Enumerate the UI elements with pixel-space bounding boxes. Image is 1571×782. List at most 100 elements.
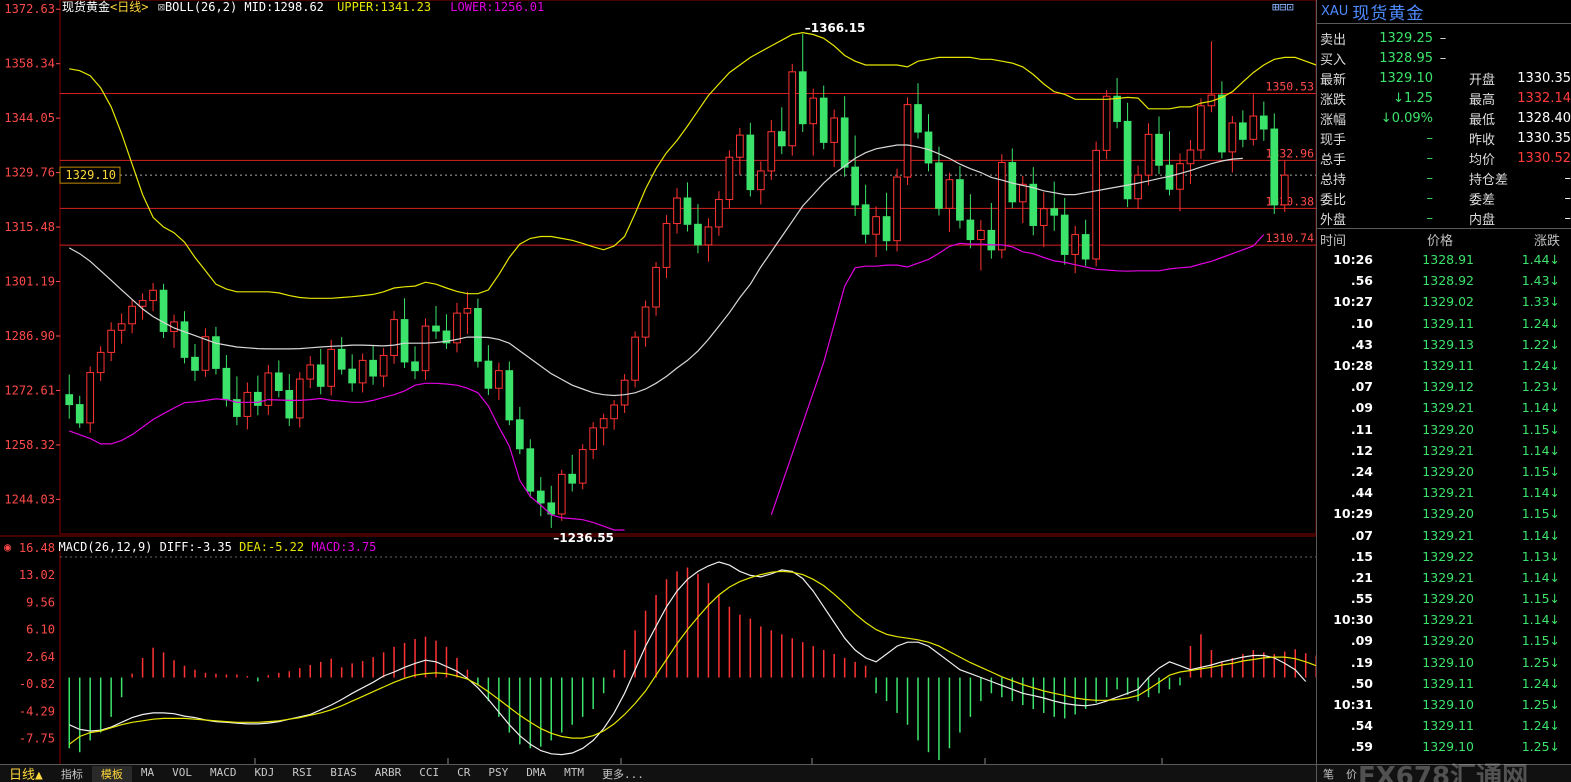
tick-time: .44 — [1350, 485, 1373, 501]
indicator-tab-6[interactable]: RSI — [283, 766, 321, 782]
tick-list[interactable]: 10:26 1328.91 1.44↓ .56 1328.92 1.43↓ 10:27 132… — [1317, 249, 1571, 758]
quote-label: 总持 — [1320, 172, 1347, 188]
period-toggle[interactable]: 日线▲ — [0, 764, 52, 782]
indicator-tab-1[interactable]: 模板 — [91, 765, 132, 782]
trading-terminal: 1372.63 1358.34 1344.05 1329.76 1315.48 1301.… — [0, 0, 1571, 782]
tick-change: 1.22↓ — [1521, 336, 1560, 352]
candle-up — [358, 359, 367, 384]
candle-down — [536, 490, 545, 504]
tick-change: 1.14↓ — [1521, 485, 1560, 501]
candle-down — [1081, 234, 1090, 260]
indicator-tab-5[interactable]: KDJ — [245, 766, 283, 782]
candle-down — [474, 308, 482, 362]
tick-price: 1329.21 — [1422, 442, 1474, 458]
candle-down — [180, 321, 189, 358]
quote-value: – — [1426, 150, 1434, 166]
quote-row: 卖出 1329.25– — [1317, 28, 1571, 48]
tick-price: 1329.21 — [1422, 400, 1474, 416]
fullscreen-icon[interactable]: ⊡ — [1286, 0, 1293, 14]
price-tick-label: 1344.05 — [4, 111, 55, 125]
tick-time: .54 — [1350, 718, 1373, 734]
tick-price: 1329.20 — [1422, 421, 1474, 437]
indicator-tab-13[interactable]: MTM — [555, 766, 593, 782]
tick-time: .59 — [1350, 739, 1373, 755]
candle-up — [977, 229, 985, 241]
price-tick-label: 1358.34 — [4, 57, 55, 71]
candle-down — [746, 134, 755, 191]
tick-change: 1.33↓ — [1521, 294, 1560, 310]
tick-row: .50 1329.11 1.24↓ — [1317, 673, 1571, 694]
candle-down — [432, 325, 440, 332]
price-chart[interactable]: 1372.63 1358.34 1344.05 1329.76 1315.48 1301.… — [0, 0, 1316, 764]
tick-time: .15 — [1350, 548, 1373, 564]
period-label: <日线> — [110, 0, 149, 14]
candle-down — [65, 394, 74, 406]
candle-down — [987, 229, 996, 251]
tick-row: .10 1329.11 1.24↓ — [1317, 313, 1571, 334]
quote-label-2: 委差 — [1469, 192, 1496, 208]
quote-value-2: – — [1564, 190, 1571, 206]
indicator-tab-10[interactable]: CR — [448, 766, 479, 782]
symbol-name: 现货黄金 — [1352, 4, 1425, 24]
tick-time: .07 — [1350, 379, 1373, 395]
tick-time: .07 — [1350, 527, 1373, 543]
high-annotation: –1366.15 — [805, 21, 866, 35]
indicator-tab-9[interactable]: CCI — [410, 766, 448, 782]
settings-dot-icon[interactable]: ◉ — [4, 540, 11, 554]
tick-time: .56 — [1350, 273, 1373, 289]
candle-down — [1270, 128, 1279, 206]
price-tick-label: 1372.63 — [4, 2, 55, 16]
candle-down — [861, 204, 870, 235]
candle-down — [316, 364, 325, 387]
quote-label: 最新 — [1320, 72, 1347, 88]
candle-down — [369, 359, 377, 377]
macd-dea-line — [68, 570, 1316, 745]
candle-down — [1218, 94, 1226, 153]
candle-up — [903, 104, 912, 178]
tick-row: .56 1328.92 1.43↓ — [1317, 270, 1571, 291]
tick-row: .44 1329.21 1.14↓ — [1317, 482, 1571, 503]
instrument-name: 现货黄金 — [62, 0, 111, 14]
quote-label: 外盘 — [1320, 212, 1347, 228]
candle-up — [736, 134, 744, 158]
tick-row: .55 1329.20 1.15↓ — [1317, 588, 1571, 609]
indicator-tab-2[interactable]: MA — [132, 766, 163, 782]
candle-down — [1060, 214, 1069, 255]
macd-header: ◉ MACD(26,12,9) DIFF:-3.35 DEA:-5.22 MAC… — [4, 540, 376, 554]
indicator-tab-8[interactable]: ARBR — [366, 766, 411, 782]
indicator-tab-4[interactable]: MACD — [201, 766, 246, 782]
indicator-tab-14[interactable]: 更多... — [593, 766, 653, 782]
quote-value-2: 1330.52 — [1517, 150, 1571, 166]
quote-value: 1329.10 — [1379, 70, 1433, 86]
tick-price: 1329.12 — [1422, 379, 1474, 395]
indicator-tab-3[interactable]: VOL — [163, 766, 201, 782]
side-tab-ticks[interactable]: 笔 — [1317, 766, 1340, 782]
price-tick-label: 1272.61 — [4, 383, 55, 397]
candle-up — [1039, 208, 1048, 226]
tick-header: 时间 价格 涨跌 — [1317, 229, 1571, 249]
quote-row: 买入 1328.95– — [1317, 48, 1571, 68]
tick-row: .19 1329.10 1.25↓ — [1317, 652, 1571, 673]
chart-header: 现货黄金<日线> ⊠BOLL(26,2) MID:1298.62 UPPER:1… — [62, 0, 544, 14]
indicator-tab-11[interactable]: PSY — [479, 766, 517, 782]
indicator-tab-0[interactable]: 指标 — [52, 766, 92, 782]
quote-value: – — [1426, 130, 1434, 146]
candle-up — [1134, 174, 1142, 200]
tick-price: 1329.20 — [1422, 463, 1474, 479]
candle-down — [966, 219, 975, 241]
quote-value-2: – — [1564, 210, 1571, 226]
indicator-tab-7[interactable]: BIAS — [321, 766, 366, 782]
candle-up — [128, 305, 136, 325]
candle-down — [683, 197, 692, 225]
candle-up — [620, 379, 629, 406]
candle-down — [337, 348, 346, 370]
indicator-icon: ⊠ — [157, 0, 165, 14]
candle-up — [830, 117, 839, 143]
indicator-tab-12[interactable]: DMA — [517, 766, 555, 782]
candle-down — [274, 372, 283, 391]
candle-down — [1155, 133, 1163, 166]
macd-tick-label: -4.29 — [19, 704, 55, 718]
candle-down — [505, 370, 514, 421]
candle-up — [107, 329, 116, 353]
candle-up — [1092, 149, 1100, 260]
